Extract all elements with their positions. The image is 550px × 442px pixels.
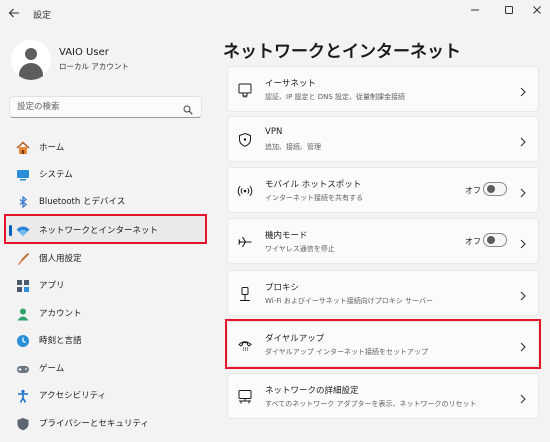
card-proxy[interactable]: プロキシ Wi-Fi およびイーサネット接続向けプロキシ サーバー xyxy=(227,270,539,316)
home-icon xyxy=(16,140,30,154)
title-bar: 設定 xyxy=(0,0,550,30)
toggle-state-label: オフ xyxy=(465,186,481,195)
app-title: 設定 xyxy=(33,11,52,21)
sidebar-item-label: Bluetooth とデバイス xyxy=(39,197,126,207)
sidebar-item-label: ホーム xyxy=(39,143,65,153)
avatar-body xyxy=(19,63,43,80)
sidebar-item-label: システム xyxy=(39,170,73,180)
avatar[interactable] xyxy=(11,40,51,80)
maximize-icon[interactable] xyxy=(494,2,524,24)
chevron-right-icon xyxy=(518,390,528,404)
search-icon[interactable] xyxy=(182,101,194,115)
sidebar-item-privacy[interactable]: プライバシーとセキュリティ xyxy=(5,409,205,437)
card-subtitle: すべてのネットワーク アダプターを表示、ネットワークのリセット xyxy=(265,400,477,408)
sidebar-item-label: アカウント xyxy=(39,309,82,319)
airplane-icon xyxy=(237,234,253,250)
sidebar-item-gaming[interactable]: ゲーム xyxy=(5,354,205,382)
card-title: ダイヤルアップ xyxy=(265,334,325,344)
chevron-right-icon[interactable] xyxy=(518,235,528,249)
ethernet-icon xyxy=(237,82,253,98)
sidebar-item-apps[interactable]: アプリ xyxy=(5,271,205,299)
search-box[interactable] xyxy=(9,96,202,118)
sidebar-item-label: ネットワークとインターネット xyxy=(39,226,159,236)
card-vpn[interactable]: VPN 追加、接続、管理 xyxy=(227,116,539,162)
airplane-mode-toggle[interactable] xyxy=(483,233,507,247)
card-subtitle: 追加、接続、管理 xyxy=(265,143,321,151)
minimize-icon[interactable] xyxy=(460,2,490,24)
chevron-right-icon xyxy=(518,133,528,147)
vpn-shield-icon xyxy=(237,132,253,148)
time-language-icon xyxy=(16,333,30,347)
network-icon xyxy=(16,223,30,237)
back-arrow-icon[interactable] xyxy=(6,7,22,23)
card-title: 機内モード xyxy=(265,231,308,241)
toggle-knob xyxy=(487,185,495,193)
card-mobile-hotspot[interactable]: モバイル ホットスポット インターネット接続を共有する オフ xyxy=(227,167,539,213)
sidebar-item-label: 個人用設定 xyxy=(39,254,82,264)
brush-icon xyxy=(16,251,30,265)
bluetooth-icon xyxy=(16,194,30,209)
sidebar-item-label: 時刻と言語 xyxy=(39,336,82,346)
chevron-right-icon xyxy=(518,338,528,352)
sidebar-item-network[interactable]: ネットワークとインターネット xyxy=(5,216,205,244)
card-title: VPN xyxy=(265,127,283,137)
card-dialup[interactable]: ダイヤルアップ ダイヤルアップ インターネット接続をセットアップ xyxy=(227,321,539,367)
sidebar-item-accounts[interactable]: アカウント xyxy=(5,299,205,327)
sidebar-item-system[interactable]: システム xyxy=(5,160,205,188)
card-subtitle: ダイヤルアップ インターネット接続をセットアップ xyxy=(265,348,429,356)
page-title: ネットワークとインターネット xyxy=(223,42,461,62)
sidebar-item-label: アプリ xyxy=(39,281,65,291)
sidebar-item-label: プライバシーとセキュリティ xyxy=(39,419,149,429)
system-icon xyxy=(16,167,30,181)
card-subtitle: インターネット接続を共有する xyxy=(265,194,363,202)
user-name: VAIO User xyxy=(59,47,109,58)
chevron-right-icon xyxy=(518,83,528,97)
card-title: モバイル ホットスポット xyxy=(265,180,362,190)
card-ethernet[interactable]: イーサネット 認証、IP 設定と DNS 設定、従量制課金接続 xyxy=(227,66,539,112)
card-advanced-network[interactable]: ネットワークの詳細設定 すべてのネットワーク アダプターを表示、ネットワークのリ… xyxy=(227,373,539,419)
card-airplane-mode[interactable]: 機内モード ワイヤレス通信を停止 オフ xyxy=(227,218,539,264)
search-input[interactable] xyxy=(17,100,177,114)
sidebar-item-accessibility[interactable]: アクセシビリティ xyxy=(5,381,205,409)
sidebar-item-label: アクセシビリティ xyxy=(39,391,107,401)
card-title: イーサネット xyxy=(265,79,316,89)
account-type: ローカル アカウント xyxy=(59,62,129,71)
sidebar-item-home[interactable]: ホーム xyxy=(5,133,205,161)
gaming-icon xyxy=(16,361,30,375)
card-subtitle: Wi-Fi およびイーサネット接続向けプロキシ サーバー xyxy=(265,297,433,305)
chevron-right-icon[interactable] xyxy=(518,184,528,198)
shield-icon xyxy=(16,416,30,431)
advanced-network-icon xyxy=(237,389,253,405)
sidebar-item-label: ゲーム xyxy=(39,364,65,374)
card-subtitle: 認証、IP 設定と DNS 設定、従量制課金接続 xyxy=(265,93,406,101)
account-icon xyxy=(16,306,30,321)
sidebar-item-bluetooth[interactable]: Bluetooth とデバイス xyxy=(5,187,205,215)
card-title: ネットワークの詳細設定 xyxy=(265,386,359,396)
chevron-right-icon xyxy=(518,287,528,301)
accessibility-icon xyxy=(16,388,30,403)
close-icon[interactable] xyxy=(522,2,550,24)
proxy-icon xyxy=(237,286,253,302)
card-subtitle: ワイヤレス通信を停止 xyxy=(265,245,335,253)
dialup-icon xyxy=(237,337,253,353)
toggle-knob xyxy=(487,236,495,244)
card-title: プロキシ xyxy=(265,283,300,293)
sidebar-item-time-language[interactable]: 時刻と言語 xyxy=(5,326,205,354)
active-indicator xyxy=(9,225,12,236)
hotspot-toggle[interactable] xyxy=(483,182,507,196)
apps-icon xyxy=(16,278,30,292)
hotspot-icon xyxy=(237,183,253,199)
sidebar-item-personalization[interactable]: 個人用設定 xyxy=(5,244,205,272)
toggle-state-label: オフ xyxy=(465,237,481,246)
avatar-head xyxy=(25,48,37,60)
